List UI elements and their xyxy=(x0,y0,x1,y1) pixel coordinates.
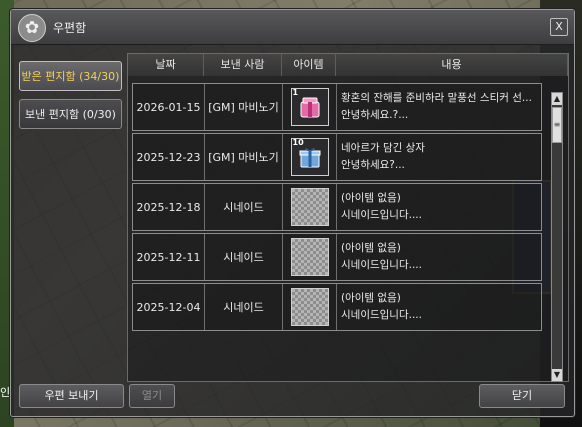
mail-subject: 황혼의 잔해를 준비하라 말풍선 스티커 선... xyxy=(341,92,532,104)
mail-subject: (아이템 없음) xyxy=(341,242,401,254)
mail-preview: 시네이드입니다.... xyxy=(341,209,422,221)
blue-gift-box-icon xyxy=(299,148,320,168)
mail-sender: [GM] 마비노기 xyxy=(205,134,283,180)
scroll-up-icon[interactable]: ▲ xyxy=(552,93,562,105)
mail-item-cell xyxy=(283,234,337,280)
column-header-sender: 보낸 사람 xyxy=(204,54,282,76)
mail-content: (아이템 없음) 시네이드입니다.... xyxy=(337,284,541,330)
mail-row[interactable]: 2025-12-04 시네이드 (아이템 없음) 시네이드입니다.... xyxy=(132,283,542,331)
mail-row[interactable]: 2025-12-23 [GM] 마비노기 10 네아르가 담긴 상자 안녕하세요… xyxy=(132,133,542,181)
mail-preview: 시네이드입니다.... xyxy=(341,259,422,271)
window-title: 우편함 xyxy=(53,21,87,35)
column-header-item: 아이템 xyxy=(282,54,336,76)
column-header-date: 날짜 xyxy=(128,54,204,76)
mail-subject: (아이템 없음) xyxy=(341,192,401,204)
empty-item-slot xyxy=(290,238,329,276)
mail-preview: 시네이드입니다.... xyxy=(341,309,422,321)
mail-sender: 시네이드 xyxy=(205,284,283,330)
title-bar[interactable]: ✿ 우편함 X xyxy=(11,10,574,45)
mail-subject: (아이템 없음) xyxy=(341,292,401,304)
item-slot[interactable]: 10 xyxy=(290,138,329,176)
mail-list: 날짜 보낸 사람 아이템 내용 2026-01-15 [GM] 마비노기 1 황… xyxy=(127,53,569,382)
scroll-down-icon[interactable]: ▼ xyxy=(552,369,562,381)
mail-item-cell xyxy=(283,184,337,230)
mail-date: 2025-12-23 xyxy=(133,134,205,180)
scrollbar[interactable]: ▲ ≡ ▼ xyxy=(551,92,563,382)
mail-date: 2025-12-04 xyxy=(133,284,205,330)
mail-content: 네아르가 담긴 상자 안녕하세요?... xyxy=(337,134,541,180)
mail-date: 2025-12-11 xyxy=(133,234,205,280)
scroll-thumb[interactable]: ≡ xyxy=(552,107,562,143)
mail-row[interactable]: 2025-12-18 시네이드 (아이템 없음) 시네이드입니다.... xyxy=(132,183,542,231)
send-mail-button[interactable]: 우편 보내기 xyxy=(19,384,124,408)
column-header-content: 내용 xyxy=(336,54,568,76)
close-icon[interactable]: X xyxy=(550,18,568,36)
mail-row[interactable]: 2026-01-15 [GM] 마비노기 1 황혼의 잔해를 준비하라 말풍선 … xyxy=(132,83,542,131)
open-button[interactable]: 열기 xyxy=(129,384,175,408)
pink-box-icon xyxy=(300,97,319,118)
background-text: 인 xyxy=(0,386,11,399)
mail-subject: 네아르가 담긴 상자 xyxy=(341,142,425,154)
mail-preview: 안녕하세요.?... xyxy=(341,109,409,121)
mail-preview: 안녕하세요?... xyxy=(341,159,405,171)
mail-date: 2026-01-15 xyxy=(133,84,205,130)
mail-content: (아이템 없음) 시네이드입니다.... xyxy=(337,234,541,280)
mail-date: 2025-12-18 xyxy=(133,184,205,230)
mail-sender: 시네이드 xyxy=(205,234,283,280)
tab-inbox[interactable]: 받은 편지함 (34/30) xyxy=(19,61,122,91)
mail-item-cell: 10 xyxy=(283,134,337,180)
mail-sender: 시네이드 xyxy=(205,184,283,230)
mail-row[interactable]: 2025-12-11 시네이드 (아이템 없음) 시네이드입니다.... xyxy=(132,233,542,281)
close-button[interactable]: 닫기 xyxy=(479,384,565,408)
mail-item-cell: 1 xyxy=(283,84,337,130)
mail-item-cell xyxy=(283,284,337,330)
empty-item-slot xyxy=(290,188,329,226)
empty-item-slot xyxy=(290,288,329,326)
item-slot[interactable]: 1 xyxy=(290,88,329,126)
mailbox-window: ✿ 우편함 X 받은 편지함 (34/30) 보낸 편지함 (0/30) 날짜 … xyxy=(10,9,575,417)
mail-sender: [GM] 마비노기 xyxy=(205,84,283,130)
mail-content: 황혼의 잔해를 준비하라 말풍선 스티커 선... 안녕하세요.?... xyxy=(337,84,541,130)
clover-icon: ✿ xyxy=(18,14,46,42)
tab-sent[interactable]: 보낸 편지함 (0/30) xyxy=(19,99,122,129)
mail-content: (아이템 없음) 시네이드입니다.... xyxy=(337,184,541,230)
